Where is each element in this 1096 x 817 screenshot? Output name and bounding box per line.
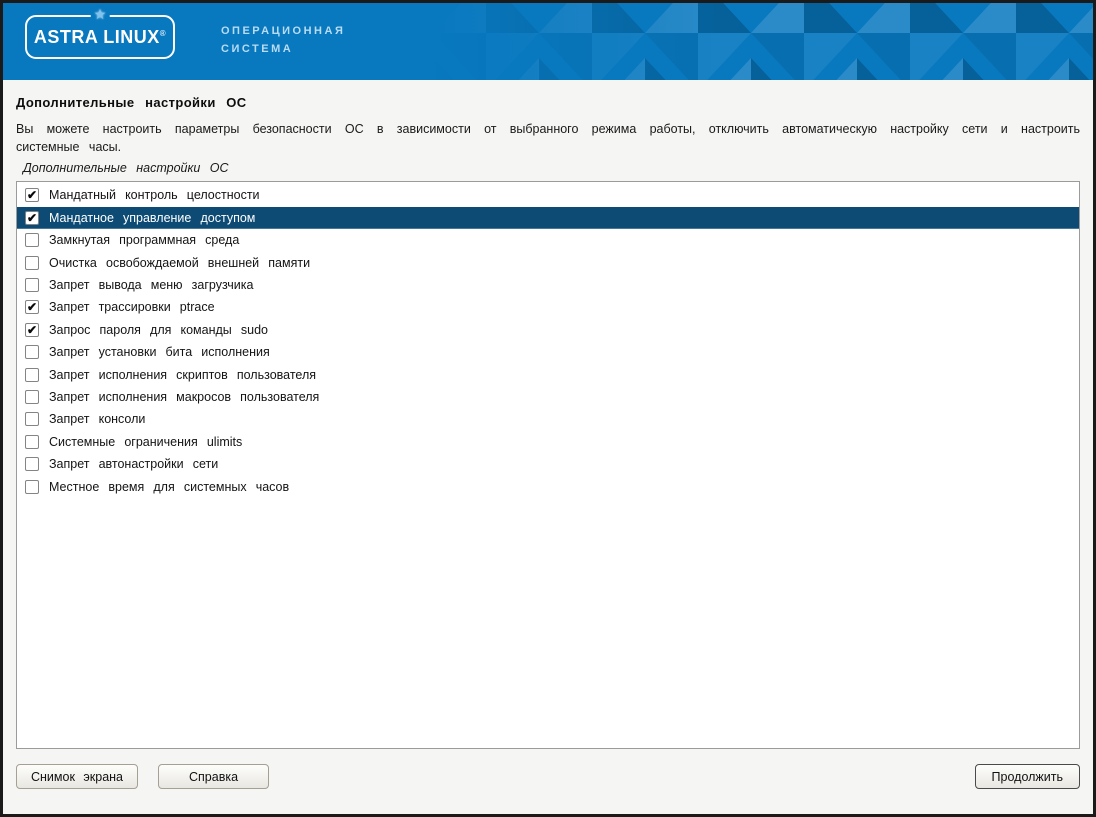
option-row[interactable]: Очистка освобождаемой внешней памяти [17, 251, 1079, 273]
option-row[interactable]: Запрет вывода меню загрузчика [17, 274, 1079, 296]
continue-button[interactable]: Продолжить [975, 764, 1080, 789]
checkbox[interactable]: ✔ [25, 188, 39, 202]
product-name: ОПЕРАЦИОННАЯСИСТЕМА [221, 23, 345, 58]
option-label: Запрос пароля для команды sudo [49, 323, 268, 337]
option-row[interactable]: ✔ Запрос пароля для команды sudo [17, 319, 1079, 341]
footer-bar: Снимок экрана Справка Продолжить [3, 764, 1093, 789]
option-label: Запрет трассировки ptrace [49, 300, 215, 314]
option-row[interactable]: Запрет установки бита исполнения [17, 341, 1079, 363]
option-row[interactable]: Запрет исполнения скриптов пользователя [17, 363, 1079, 385]
options-list[interactable]: ✔ Мандатный контроль целостности ✔ Манда… [16, 181, 1080, 749]
option-row[interactable]: Запрет автонастройки сети [17, 453, 1079, 475]
registered-mark: ® [160, 29, 166, 38]
checkbox[interactable] [25, 233, 39, 247]
checkbox[interactable] [25, 390, 39, 404]
option-label: Запрет установки бита исполнения [49, 345, 270, 359]
page-description: Вы можете настроить параметры безопаснос… [16, 120, 1080, 156]
screenshot-button[interactable]: Снимок экрана [16, 764, 138, 789]
checkbox[interactable] [25, 435, 39, 449]
page-content: Дополнительные настройки ОС Вы можете на… [3, 95, 1093, 749]
logo-brand-text: ASTRA LINUX® [34, 27, 166, 48]
option-row[interactable]: Замкнутая программная среда [17, 229, 1079, 251]
checkbox[interactable] [25, 368, 39, 382]
header-banner: ★ ASTRA LINUX® ОПЕРАЦИОННАЯСИСТЕМА [3, 3, 1093, 80]
option-label: Очистка освобождаемой внешней памяти [49, 256, 310, 270]
option-row[interactable]: Системные ограничения ulimits [17, 431, 1079, 453]
checkbox[interactable] [25, 278, 39, 292]
checkbox[interactable]: ✔ [25, 323, 39, 337]
checkbox[interactable]: ✔ [25, 211, 39, 225]
checkbox[interactable] [25, 480, 39, 494]
page-title: Дополнительные настройки ОС [16, 95, 1080, 110]
option-label: Мандатное управление доступом [49, 211, 255, 225]
option-row[interactable]: ✔ Мандатное управление доступом [17, 207, 1079, 229]
checkbox[interactable] [25, 457, 39, 471]
astra-linux-logo: ★ ASTRA LINUX® [25, 15, 175, 59]
option-label: Запрет вывода меню загрузчика [49, 278, 253, 292]
checkbox[interactable] [25, 345, 39, 359]
option-row[interactable]: ✔ Мандатный контроль целостности [17, 184, 1079, 206]
option-label: Местное время для системных часов [49, 480, 289, 494]
help-button[interactable]: Справка [158, 764, 269, 789]
option-label: Мандатный контроль целостности [49, 188, 260, 202]
installer-window: ★ ASTRA LINUX® ОПЕРАЦИОННАЯСИСТЕМА Допол… [0, 0, 1096, 817]
option-label: Системные ограничения ulimits [49, 435, 242, 449]
option-row[interactable]: ✔ Запрет трассировки ptrace [17, 296, 1079, 318]
star-icon: ★ [91, 7, 110, 21]
option-label: Замкнутая программная среда [49, 233, 239, 247]
option-label: Запрет исполнения скриптов пользователя [49, 368, 316, 382]
option-label: Запрет консоли [49, 412, 145, 426]
option-row[interactable]: Местное время для системных часов [17, 475, 1079, 497]
header-pattern [433, 3, 1093, 80]
option-label: Запрет исполнения макросов пользователя [49, 390, 319, 404]
option-label: Запрет автонастройки сети [49, 457, 218, 471]
page-subtitle: Дополнительные настройки ОС [23, 161, 1080, 175]
option-row[interactable]: Запрет консоли [17, 408, 1079, 430]
checkbox[interactable] [25, 256, 39, 270]
checkbox[interactable] [25, 412, 39, 426]
option-row[interactable]: Запрет исполнения макросов пользователя [17, 386, 1079, 408]
checkbox[interactable]: ✔ [25, 300, 39, 314]
